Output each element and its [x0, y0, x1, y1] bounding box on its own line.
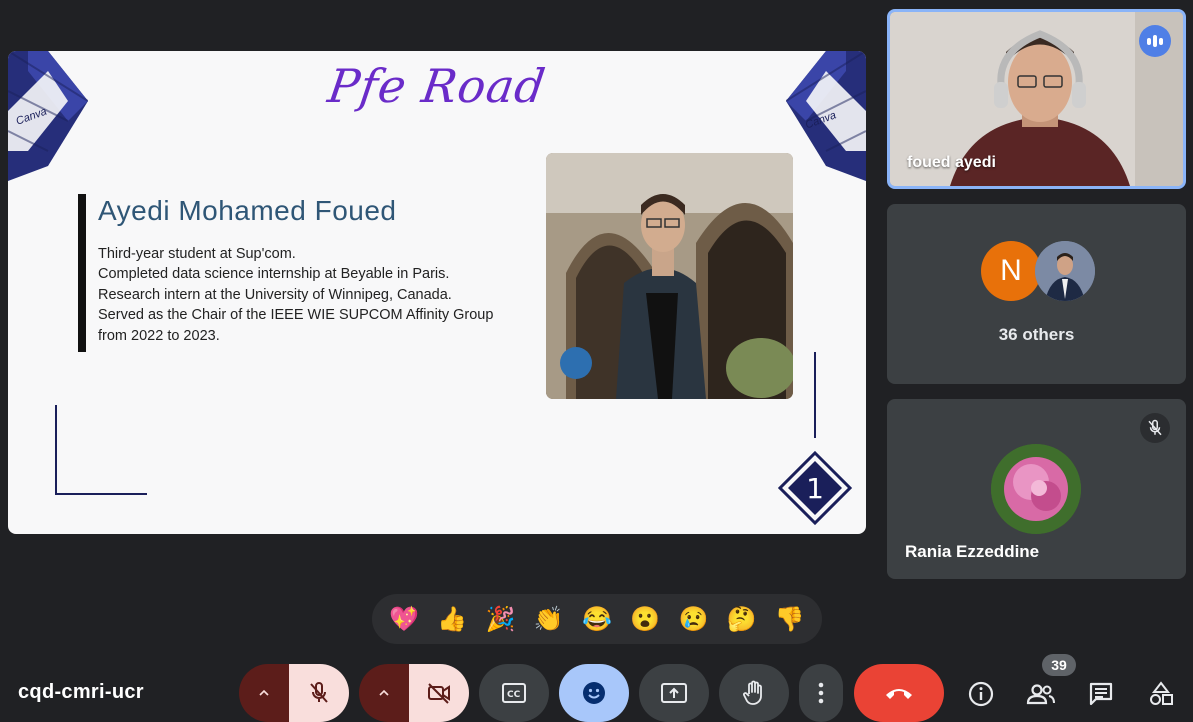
avatar — [991, 444, 1081, 534]
reaction-crying[interactable]: 😢 — [675, 601, 711, 637]
camera-toggle-button[interactable] — [409, 664, 469, 722]
present-screen-button[interactable] — [639, 664, 709, 722]
avatar: N — [981, 241, 1041, 301]
meeting-code: cqd-cmri-ucr — [18, 681, 144, 703]
bio-line: Third-year student at Sup'com. — [98, 246, 296, 262]
raise-hand-button[interactable] — [719, 664, 789, 722]
participant-name: Rania Ezzeddine — [905, 542, 1040, 561]
activities-button[interactable] — [1139, 672, 1183, 716]
decorative-line — [814, 352, 816, 438]
mic-toggle-button[interactable] — [289, 664, 349, 722]
reaction-thumbs-up[interactable]: 👍 — [434, 601, 470, 637]
participant-tile-others[interactable]: N 36 others — [887, 204, 1186, 384]
captions-icon: CC — [502, 683, 526, 703]
activities-icon — [1150, 681, 1173, 705]
meeting-details-button[interactable] — [959, 672, 1003, 716]
more-options-icon — [818, 682, 824, 704]
reactions-bar: 💖 👍 🎉 👏 😂 😮 😢 🤔 👎 — [372, 594, 822, 644]
mic-off-icon — [1140, 413, 1170, 443]
presenter-name: Ayedi Mohamed Foued — [98, 195, 397, 226]
speaking-icon — [1139, 25, 1171, 57]
reaction-party-popper[interactable]: 🎉 — [483, 601, 519, 637]
people-icon — [1026, 684, 1055, 705]
send-reaction-button[interactable] — [559, 664, 629, 722]
raise-hand-icon — [743, 680, 762, 705]
camera-options-button[interactable] — [359, 664, 409, 722]
people-button[interactable] — [1019, 672, 1063, 716]
presenter-photo — [546, 153, 793, 399]
chat-button[interactable] — [1079, 672, 1123, 716]
slide-title: Pfe Road — [324, 59, 550, 113]
captions-button[interactable]: CC — [479, 664, 549, 722]
presenter-bio: Third-year student at Sup'com. Completed… — [98, 244, 538, 346]
info-icon — [968, 681, 994, 707]
present-icon — [661, 683, 687, 703]
chat-icon — [1089, 682, 1113, 706]
others-count-label: 36 others — [998, 325, 1075, 344]
emoji-icon — [583, 682, 605, 704]
page-number: 1 — [806, 471, 824, 505]
reaction-surprised[interactable]: 😮 — [627, 601, 663, 637]
reaction-thinking[interactable]: 🤔 — [724, 601, 760, 637]
reaction-thumbs-down[interactable]: 👎 — [772, 601, 808, 637]
hangup-icon — [886, 689, 912, 699]
participant-tile-speaker[interactable]: foued ayedi — [887, 9, 1186, 189]
chevron-up-icon — [379, 689, 389, 696]
bio-line: Served as the Chair of the IEEE WIE SUPC… — [98, 307, 494, 324]
meet-window: Canva Canva Pfe Road Ayedi Mohamed Foued… — [0, 0, 1193, 722]
name-accent-bar — [78, 194, 86, 352]
participant-name: foued ayedi — [907, 154, 996, 171]
decorative-corner-line — [55, 493, 147, 495]
bio-line: from 2022 to 2023. — [98, 327, 220, 344]
camera-off-icon — [428, 683, 450, 704]
more-options-button[interactable] — [799, 664, 843, 722]
decorative-corner-line — [55, 405, 57, 495]
reaction-sparkling-heart[interactable]: 💖 — [386, 601, 422, 637]
bio-line: Research intern at the University of Win… — [98, 286, 452, 303]
leave-call-button[interactable] — [854, 664, 944, 722]
mic-options-button[interactable] — [239, 664, 289, 722]
chevron-up-icon — [259, 689, 269, 696]
bio-line: Completed data science internship at Bey… — [98, 266, 450, 283]
participant-tile-rania[interactable]: Rania Ezzeddine — [887, 399, 1186, 579]
avatar — [1035, 241, 1095, 301]
presentation-slide: Canva Canva Pfe Road Ayedi Mohamed Foued… — [8, 51, 866, 534]
reaction-laughing[interactable]: 😂 — [579, 601, 615, 637]
mic-off-icon — [310, 682, 328, 703]
svg-text:CC: CC — [507, 690, 521, 700]
reaction-clapping[interactable]: 👏 — [531, 601, 567, 637]
